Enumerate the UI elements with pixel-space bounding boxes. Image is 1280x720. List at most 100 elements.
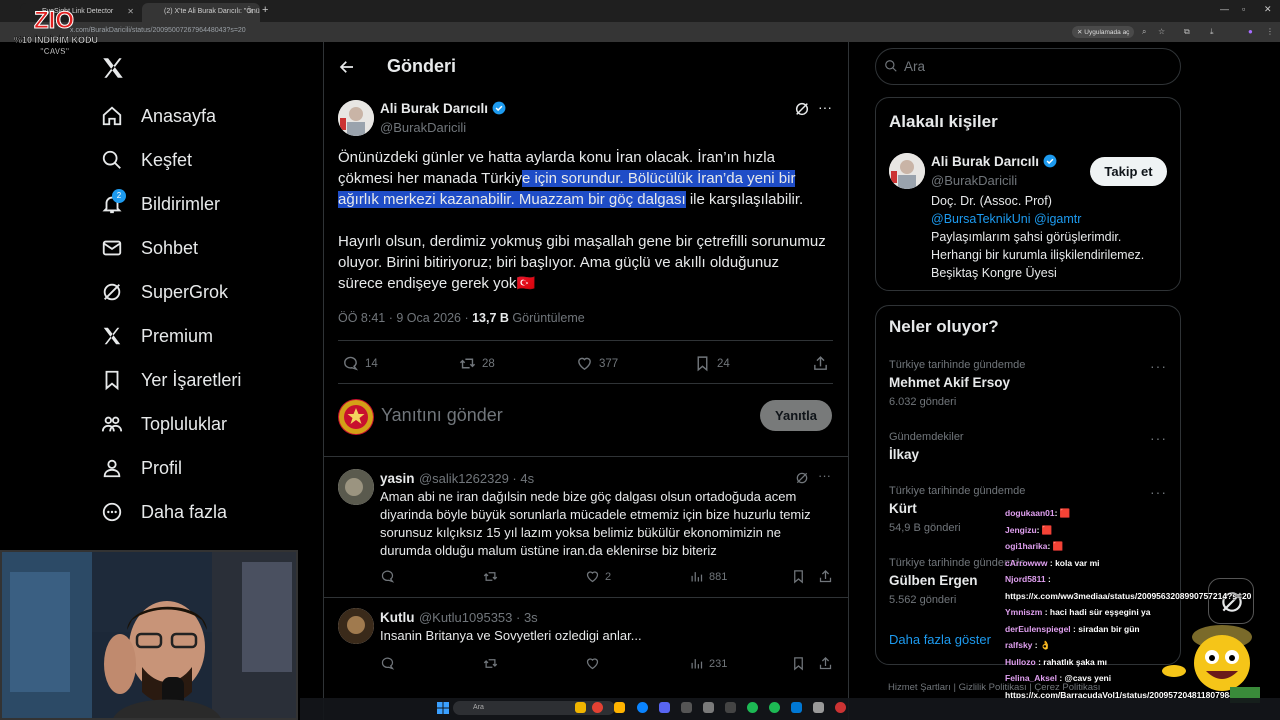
- chat-text: : haci hadi sür eşşegini ya: [1042, 607, 1151, 617]
- spotify-icon[interactable]: [769, 702, 780, 713]
- reply-button[interactable]: Yanıtla: [760, 400, 832, 431]
- reply-action[interactable]: 14: [342, 355, 378, 372]
- download-icon[interactable]: ⤓: [1210, 27, 1214, 37]
- app-icon[interactable]: [791, 702, 802, 713]
- bio-line: Doç. Dr. (Assoc. Prof): [931, 194, 1052, 208]
- trend-name[interactable]: Kürt: [889, 501, 917, 516]
- chrome-icon[interactable]: [592, 702, 603, 713]
- related-name[interactable]: Ali Burak Darıcılı: [931, 154, 1057, 169]
- notification-badge: 2: [112, 189, 126, 203]
- reply-author-name[interactable]: yasin: [380, 471, 415, 486]
- views-action[interactable]: 881: [689, 569, 727, 584]
- trend-name[interactable]: İlkay: [889, 447, 919, 462]
- like-action[interactable]: 2: [585, 569, 611, 584]
- close-window-icon[interactable]: ✕: [1264, 4, 1272, 15]
- share-icon[interactable]: [818, 656, 833, 671]
- share-icon[interactable]: [812, 355, 829, 372]
- spotify-icon[interactable]: [747, 702, 758, 713]
- folder-icon[interactable]: [614, 702, 625, 713]
- close-icon[interactable]: ✕: [247, 7, 254, 16]
- bookmark-icon[interactable]: [791, 569, 806, 584]
- show-more-link[interactable]: Daha fazla göster: [889, 632, 991, 647]
- reply-input[interactable]: Yanıtını gönder: [381, 405, 503, 426]
- bio-link[interactable]: @BursaTeknikUni: [931, 212, 1031, 226]
- nav-bookmarks[interactable]: Yer İşaretleri: [100, 365, 241, 395]
- grok-icon[interactable]: [794, 101, 810, 117]
- more-options-icon[interactable]: ···: [1150, 358, 1167, 374]
- star-icon[interactable]: ☆: [1158, 27, 1165, 36]
- reply-author-handle[interactable]: @Kutlu1095353 · 3s: [419, 610, 538, 625]
- back-arrow-icon[interactable]: [338, 58, 356, 76]
- app-icon[interactable]: [725, 702, 736, 713]
- reply-action[interactable]: [380, 656, 400, 671]
- nav-supergrok[interactable]: SuperGrok: [100, 277, 228, 307]
- follow-button[interactable]: Takip et: [1090, 157, 1167, 186]
- more-options-icon[interactable]: ···: [1150, 430, 1167, 446]
- menu-icon[interactable]: ⋮: [1266, 27, 1274, 36]
- profile-icon[interactable]: ●: [1248, 27, 1253, 36]
- trend-name[interactable]: Mehmet Akif Ersoy: [889, 375, 1010, 390]
- app-icon[interactable]: [813, 702, 824, 713]
- related-avatar[interactable]: [889, 153, 925, 189]
- repost-action[interactable]: [483, 569, 503, 584]
- reply-author-name[interactable]: Kutlu: [380, 610, 415, 625]
- nav-communities[interactable]: Topluluklar: [100, 409, 227, 439]
- tweet-paragraph-1: Önünüzdeki günler ve hatta aylarda konu …: [338, 147, 828, 210]
- grok-icon[interactable]: [795, 471, 809, 485]
- windows-start-icon[interactable]: [437, 702, 449, 714]
- nav-home[interactable]: Anasayfa: [100, 101, 216, 131]
- related-handle[interactable]: @BurakDaricili: [931, 173, 1017, 188]
- nav-chat[interactable]: Sohbet: [100, 233, 198, 263]
- bio-link[interactable]: @igamtr: [1034, 212, 1081, 226]
- minimize-icon[interactable]: —: [1220, 4, 1229, 14]
- search-placeholder: Ara: [904, 59, 926, 74]
- author-handle[interactable]: @BurakDaricili: [380, 120, 466, 135]
- author-name[interactable]: Ali Burak Darıcılı: [380, 101, 506, 116]
- trend-context: Türkiye tarihinde gündemde: [889, 359, 1026, 371]
- more-options-icon[interactable]: ···: [1150, 484, 1167, 500]
- obs-icon[interactable]: [681, 702, 692, 713]
- close-icon[interactable]: ✕: [127, 7, 134, 16]
- new-tab-icon[interactable]: +: [262, 4, 268, 16]
- edge-icon[interactable]: [637, 702, 648, 713]
- reply-action[interactable]: [380, 569, 400, 584]
- bookmark-icon: [697, 356, 708, 372]
- like-action[interactable]: 377: [576, 355, 618, 372]
- reply-avatar[interactable]: [338, 608, 374, 644]
- reply-avatar[interactable]: [338, 469, 374, 505]
- more-options-icon[interactable]: ···: [818, 99, 832, 115]
- chat-user: dogukaan01: [1005, 508, 1055, 518]
- maximize-icon[interactable]: ▫: [1242, 4, 1245, 14]
- nav-explore[interactable]: Keşfet: [100, 145, 192, 175]
- open-in-app-chip[interactable]: ✕ Uygulamada aç: [1072, 26, 1135, 38]
- trend-name[interactable]: Gülben Ergen: [889, 573, 978, 588]
- more-options-icon[interactable]: ···: [818, 468, 831, 483]
- nav-label: Anasayfa: [141, 105, 217, 126]
- tweet-timestamp[interactable]: ÖÖ 8:41 · 9 Oca 2026 ·: [338, 311, 472, 325]
- repost-action[interactable]: 28: [459, 355, 495, 372]
- repost-action[interactable]: [483, 656, 503, 671]
- like-action[interactable]: [585, 656, 605, 671]
- tab-x-post[interactable]: (2) X'te Ali Burak Darıcılı: "Önü ✕: [142, 3, 260, 22]
- zoom-icon[interactable]: ⌕: [1142, 27, 1146, 37]
- taskbar-search[interactable]: Ara: [453, 701, 615, 715]
- author-avatar[interactable]: [338, 100, 374, 136]
- views-action[interactable]: 231: [689, 656, 727, 671]
- bookmark-action[interactable]: 24: [694, 355, 730, 372]
- x-logo-icon[interactable]: [100, 55, 126, 81]
- discord-icon[interactable]: [659, 702, 670, 713]
- bookmark-icon[interactable]: [791, 656, 806, 671]
- nav-profile[interactable]: Profil: [100, 453, 182, 483]
- extensions-icon[interactable]: ⧉: [1184, 27, 1190, 37]
- reply-author-handle[interactable]: @salik1262329 · 4s: [419, 471, 534, 486]
- app-icon[interactable]: [835, 702, 846, 713]
- share-icon[interactable]: [818, 569, 833, 584]
- nav-more[interactable]: Daha fazla: [100, 497, 227, 527]
- file-explorer-icon[interactable]: [575, 702, 586, 713]
- reply-icon: [381, 570, 395, 583]
- address-bar[interactable]: x.com/BurakDaricili/status/2009500726796…: [0, 22, 1280, 42]
- app-icon[interactable]: [703, 702, 714, 713]
- nav-premium[interactable]: Premium: [100, 321, 213, 351]
- taskbar-search-text: Ara: [473, 704, 484, 711]
- tab-title: (2) X'te Ali Burak Darıcılı: "Önü: [164, 8, 260, 15]
